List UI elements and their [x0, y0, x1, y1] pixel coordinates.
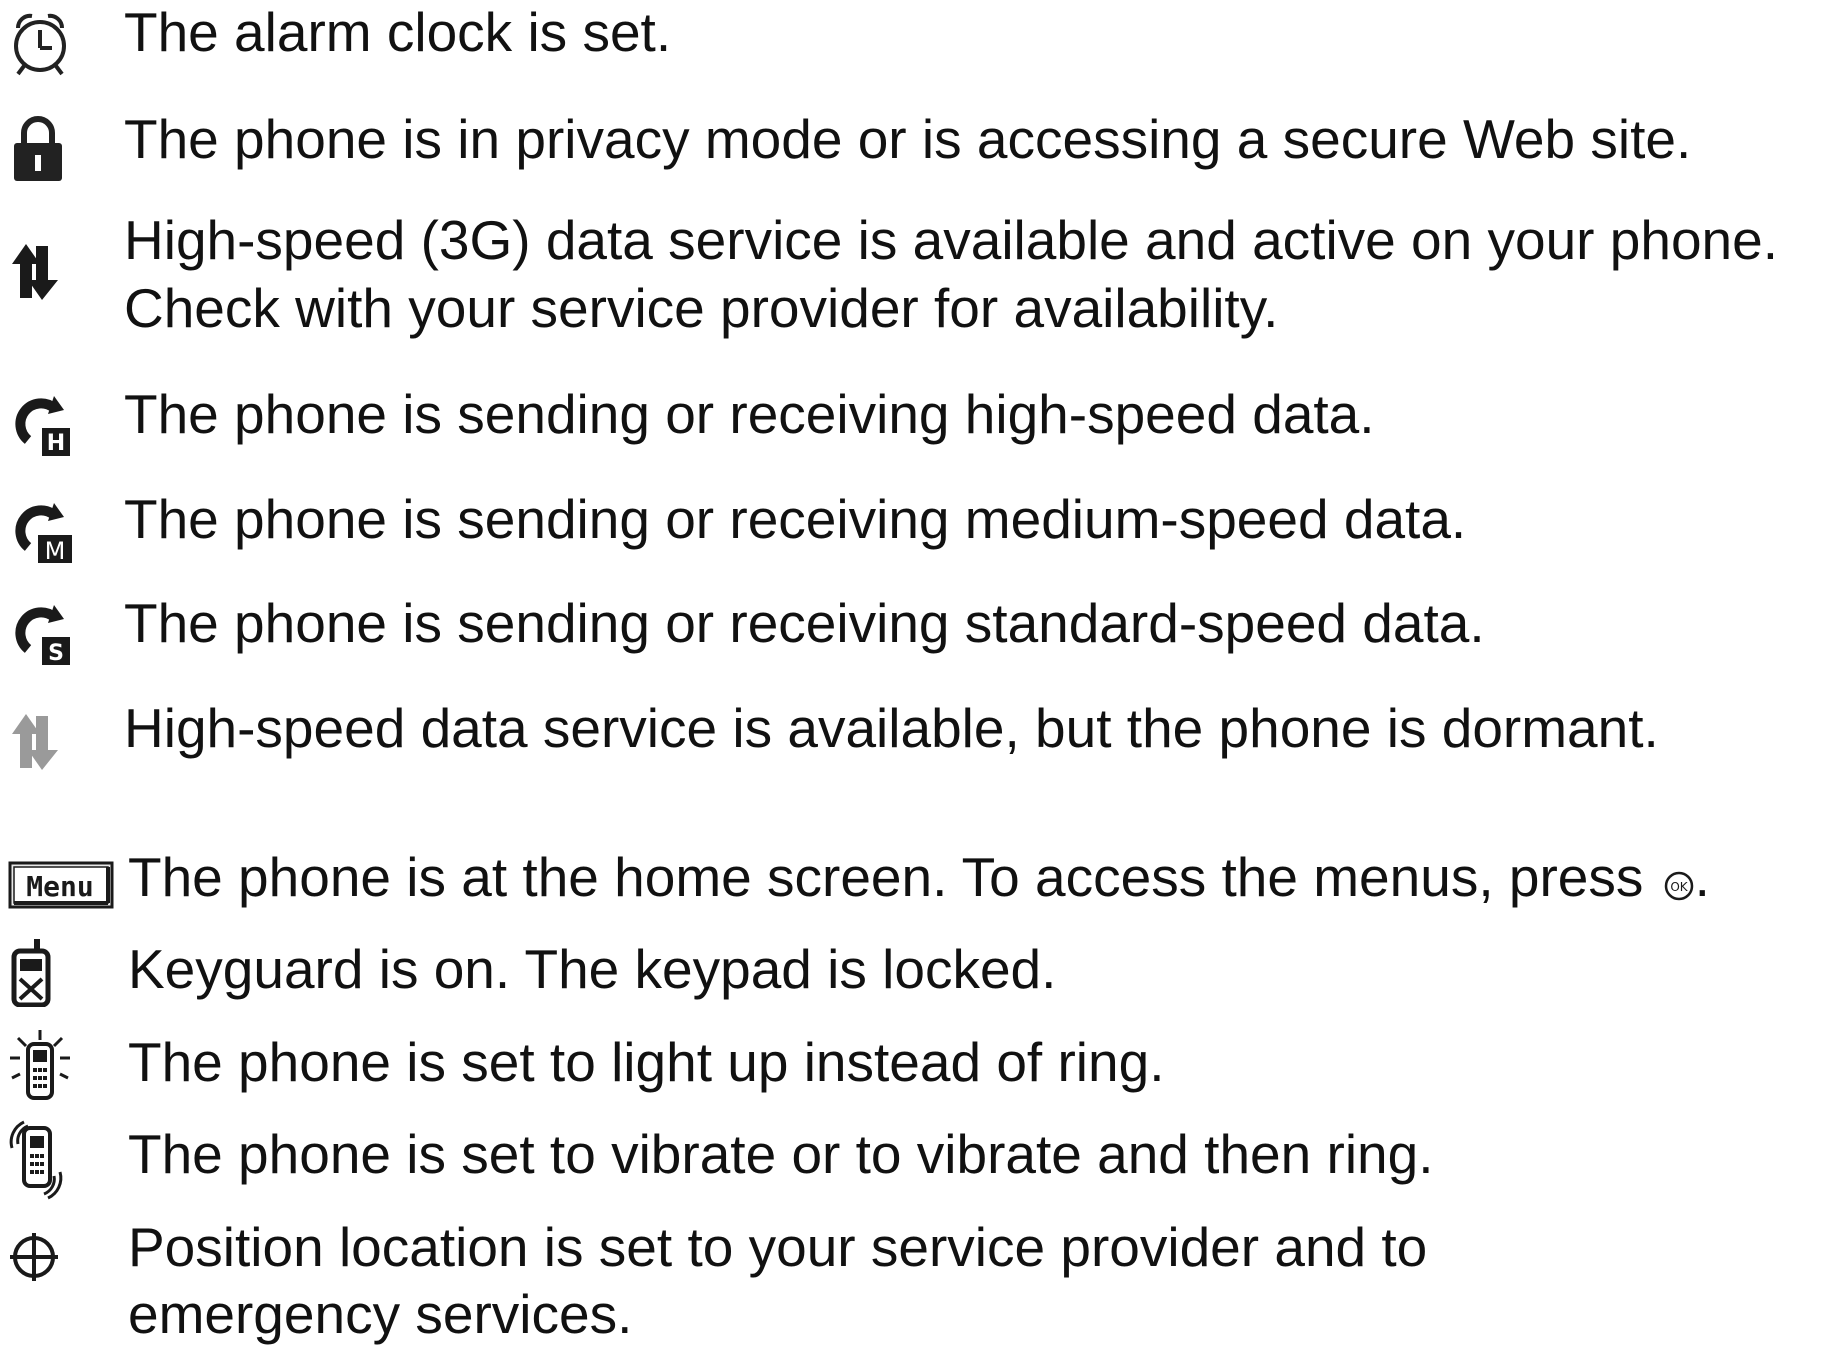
- legend-text: The alarm clock is set.: [124, 1, 672, 63]
- vibrate-phone-icon: [8, 1120, 108, 1200]
- legend-text: Keyguard is on. The keypad is locked.: [128, 938, 1057, 1000]
- menu-softkey-icon: Menu: [8, 861, 114, 941]
- legend-text: The phone is sending or receiving standa…: [124, 592, 1485, 654]
- alarm-clock-icon: [8, 8, 108, 88]
- legend-text: The phone is sending or receiving medium…: [124, 488, 1467, 550]
- padlock-icon: [8, 113, 108, 193]
- legend-text: The phone is set to vibrate or to vibrat…: [128, 1123, 1434, 1185]
- speed-badge: M: [45, 537, 66, 565]
- legend-text: The phone is in privacy mode or is acces…: [124, 108, 1692, 170]
- speed-badge: S: [48, 641, 64, 666]
- data-medium-speed-icon: M: [8, 497, 108, 577]
- legend-text: The phone is sending or receiving high-s…: [124, 383, 1375, 445]
- legend-text-with-inline-icon: The phone is at the home screen. To acce…: [128, 843, 1710, 911]
- light-up-phone-icon: [8, 1028, 108, 1108]
- 3g-data-active-icon: [8, 240, 108, 320]
- ok-key-icon: OK: [1664, 871, 1693, 901]
- data-high-speed-icon: H: [8, 390, 108, 470]
- legend-text-line2: Check with your service provider for ava…: [124, 277, 1279, 339]
- legend-text-line2: emergency services.: [128, 1283, 633, 1345]
- legend-text: High-speed data service is available, bu…: [124, 697, 1659, 759]
- legend-text: High-speed (3G) data service is availabl…: [124, 209, 1779, 271]
- legend-text: The phone is set to light up instead of …: [128, 1031, 1165, 1093]
- legend-text-end: .: [1694, 846, 1710, 908]
- legend-text: The phone is at the home screen. To acce…: [128, 846, 1644, 908]
- ok-key-label: OK: [1670, 880, 1688, 894]
- position-location-icon: [8, 1229, 108, 1309]
- 3g-data-dormant-icon: [8, 710, 108, 790]
- menu-softkey-label: Menu: [26, 870, 93, 903]
- speed-badge: H: [47, 431, 65, 456]
- legend-text: Position location is set to your service…: [128, 1216, 1428, 1278]
- data-standard-speed-icon: S: [8, 599, 108, 679]
- keyguard-icon: [8, 935, 108, 1015]
